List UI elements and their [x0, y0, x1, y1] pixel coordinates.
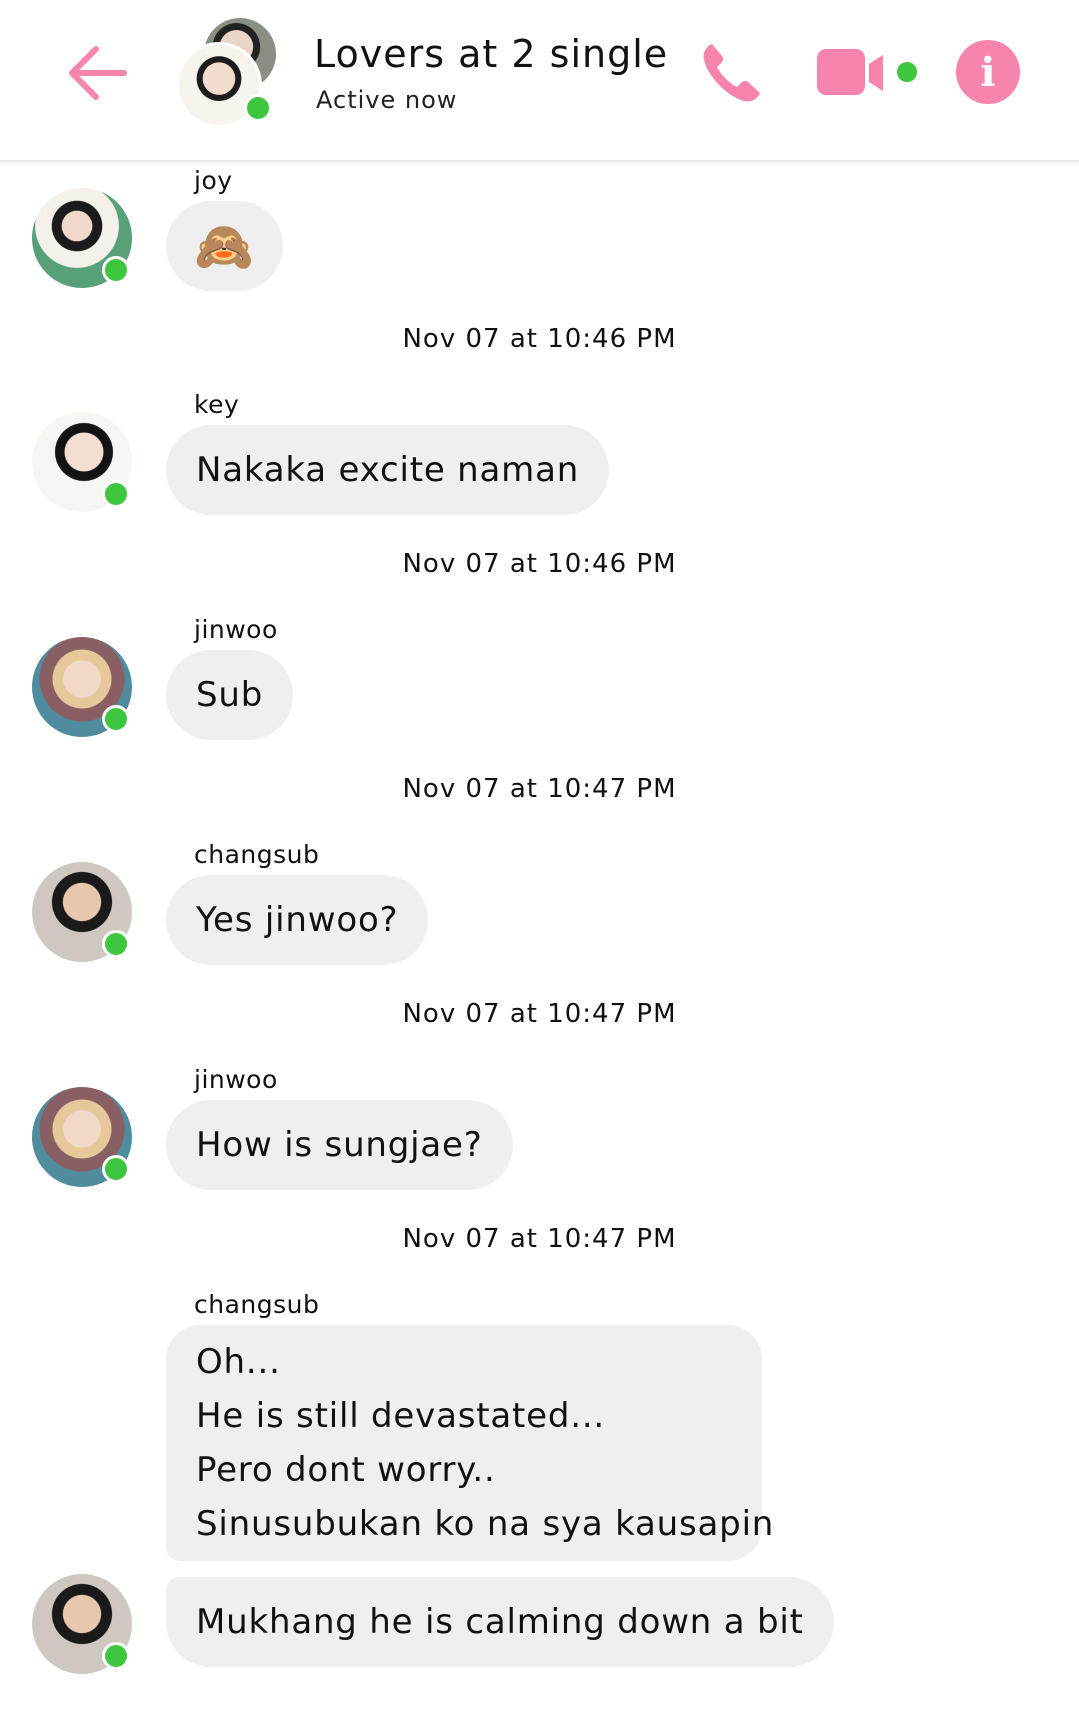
message-line: Sinusubukan ko na sya kausapin	[196, 1504, 775, 1544]
active-status: Active now	[316, 86, 458, 114]
call-button[interactable]	[696, 38, 766, 108]
message-line: He is still devastated...	[196, 1396, 606, 1436]
sender-name: changsub	[194, 840, 320, 869]
message-bubble[interactable]: How is sungjae?	[166, 1100, 513, 1190]
sender-name: joy	[194, 166, 233, 195]
avatar-joy[interactable]	[32, 188, 132, 288]
chat-header: Lovers at 2 single Active now i	[0, 0, 1079, 162]
avatar-changsub[interactable]	[32, 862, 132, 962]
online-indicator	[244, 94, 272, 122]
info-icon: i	[980, 48, 996, 96]
message-bubble[interactable]: 🙈	[166, 201, 283, 291]
message-line: Pero dont worry..	[196, 1450, 496, 1490]
avatar-jinwoo[interactable]	[32, 637, 132, 737]
sender-name: changsub	[194, 1290, 320, 1319]
video-camera-icon	[817, 49, 917, 95]
online-indicator	[102, 1155, 130, 1183]
timestamp: Nov 07 at 10:47 PM	[402, 774, 677, 804]
message-line: Oh...	[196, 1342, 281, 1382]
avatar-key[interactable]	[32, 412, 132, 512]
timestamp: Nov 07 at 10:46 PM	[402, 549, 677, 579]
timestamp: Nov 07 at 10:46 PM	[402, 324, 677, 354]
online-indicator	[102, 256, 130, 284]
arrow-left-icon	[69, 46, 127, 100]
sender-name: key	[194, 390, 240, 419]
online-indicator	[102, 480, 130, 508]
sender-name: jinwoo	[194, 615, 278, 644]
message-bubble[interactable]: Mukhang he is calming down a bit	[166, 1577, 834, 1667]
video-call-button[interactable]	[815, 46, 921, 100]
message-bubble[interactable]: Nakaka excite naman	[166, 425, 610, 515]
back-button[interactable]	[62, 38, 132, 108]
group-avatar[interactable]	[176, 18, 284, 128]
sender-name: jinwoo	[194, 1065, 278, 1094]
message-bubble[interactable]: Sub	[166, 650, 294, 740]
online-indicator	[102, 1642, 130, 1670]
timestamp: Nov 07 at 10:47 PM	[402, 1224, 677, 1254]
message-bubble[interactable]: Oh... He is still devastated... Pero don…	[166, 1325, 773, 1561]
avatar-jinwoo[interactable]	[32, 1087, 132, 1187]
avatar-changsub[interactable]	[32, 1574, 132, 1674]
phone-icon	[703, 44, 760, 102]
chat-title[interactable]: Lovers at 2 single	[314, 32, 668, 76]
online-indicator	[102, 705, 130, 733]
timestamp: Nov 07 at 10:47 PM	[402, 999, 677, 1029]
online-indicator	[102, 930, 130, 958]
message-bubble[interactable]: Yes jinwoo?	[166, 875, 429, 965]
info-button[interactable]: i	[956, 40, 1020, 104]
